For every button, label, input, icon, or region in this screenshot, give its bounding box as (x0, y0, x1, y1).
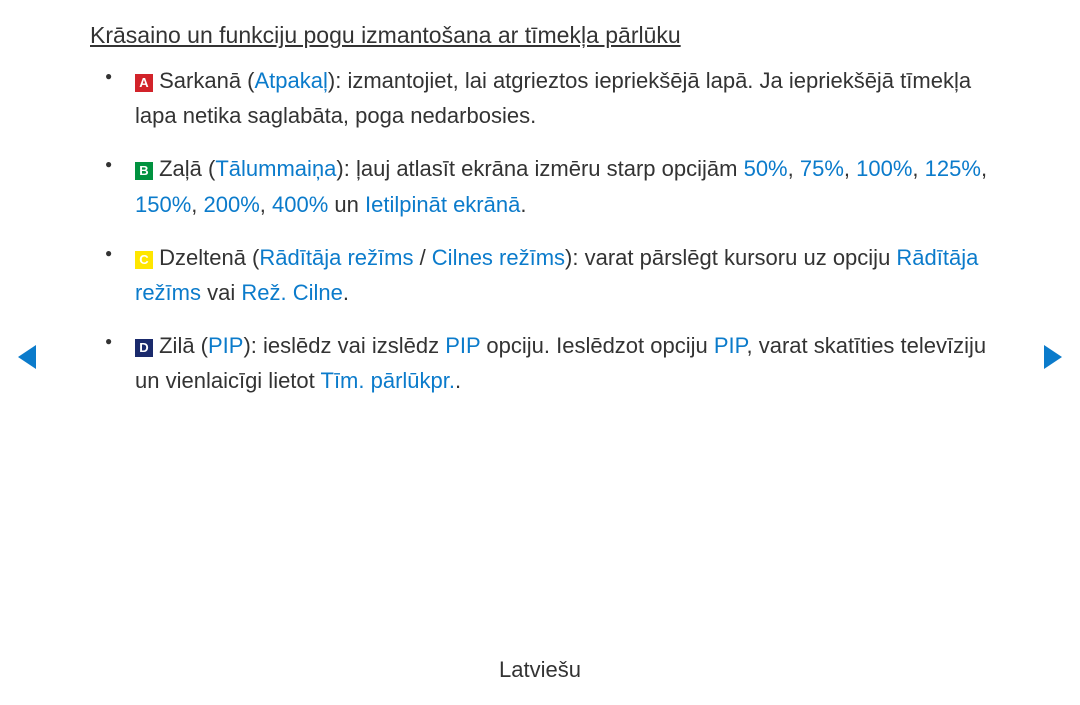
red-button-icon: A (135, 74, 153, 92)
text: ): ļauj atlasīt ekrāna izmēru starp opci… (336, 156, 743, 181)
pip-3: PIP (714, 333, 747, 358)
label-pip: PIP (208, 333, 243, 358)
label-atpakal: Atpakaļ (255, 68, 328, 93)
text: Zaļā ( (153, 156, 215, 181)
item-a: A Sarkanā (Atpakaļ): izmantojiet, lai at… (135, 63, 990, 133)
text: opciju. Ieslēdzot opciju (480, 333, 714, 358)
text: . (455, 368, 461, 393)
text: Zilā ( (153, 333, 208, 358)
pip-2: PIP (445, 333, 480, 358)
bullet-list: A Sarkanā (Atpakaļ): izmantojiet, lai at… (90, 63, 990, 399)
label-tab-mode: Cilnes režīms (432, 245, 565, 270)
text: , (844, 156, 856, 181)
zoom-75: 75% (800, 156, 844, 181)
text: Sarkanā ( (153, 68, 255, 93)
text: . (343, 280, 349, 305)
zoom-fit: Ietilpināt ekrānā (365, 192, 520, 217)
text: ): varat pārslēgt kursoru uz opciju (565, 245, 896, 270)
text: , (191, 192, 203, 217)
green-button-icon: B (135, 162, 153, 180)
zoom-50: 50% (744, 156, 788, 181)
text: Dzeltenā ( (153, 245, 259, 270)
text: . (520, 192, 526, 217)
prev-page-arrow-icon[interactable] (18, 345, 36, 369)
text: , (788, 156, 800, 181)
text: , (912, 156, 924, 181)
text: , (260, 192, 272, 217)
zoom-200: 200% (204, 192, 260, 217)
text: vai (201, 280, 241, 305)
text: / (413, 245, 431, 270)
language-label: Latviešu (0, 657, 1080, 683)
text: ): ieslēdz vai izslēdz (243, 333, 445, 358)
item-d: D Zilā (PIP): ieslēdz vai izslēdz PIP op… (135, 328, 990, 398)
zoom-400: 400% (272, 192, 328, 217)
text: , (981, 156, 987, 181)
option-tab-mode: Rež. Cilne (241, 280, 342, 305)
zoom-125: 125% (925, 156, 981, 181)
zoom-150: 150% (135, 192, 191, 217)
next-page-arrow-icon[interactable] (1044, 345, 1062, 369)
section-title: Krāsaino un funkciju pogu izmantošana ar… (90, 22, 990, 49)
label-pointer-mode: Rādītāja režīms (259, 245, 413, 270)
item-b: B Zaļā (Tālummaiņa): ļauj atlasīt ekrāna… (135, 151, 990, 221)
yellow-button-icon: C (135, 251, 153, 269)
text: un (328, 192, 365, 217)
item-c: C Dzeltenā (Rādītāja režīms / Cilnes rež… (135, 240, 990, 310)
label-zoom: Tālummaiņa (215, 156, 336, 181)
label-web-browser: Tīm. pārlūkpr. (321, 368, 455, 393)
zoom-100: 100% (856, 156, 912, 181)
blue-button-icon: D (135, 339, 153, 357)
